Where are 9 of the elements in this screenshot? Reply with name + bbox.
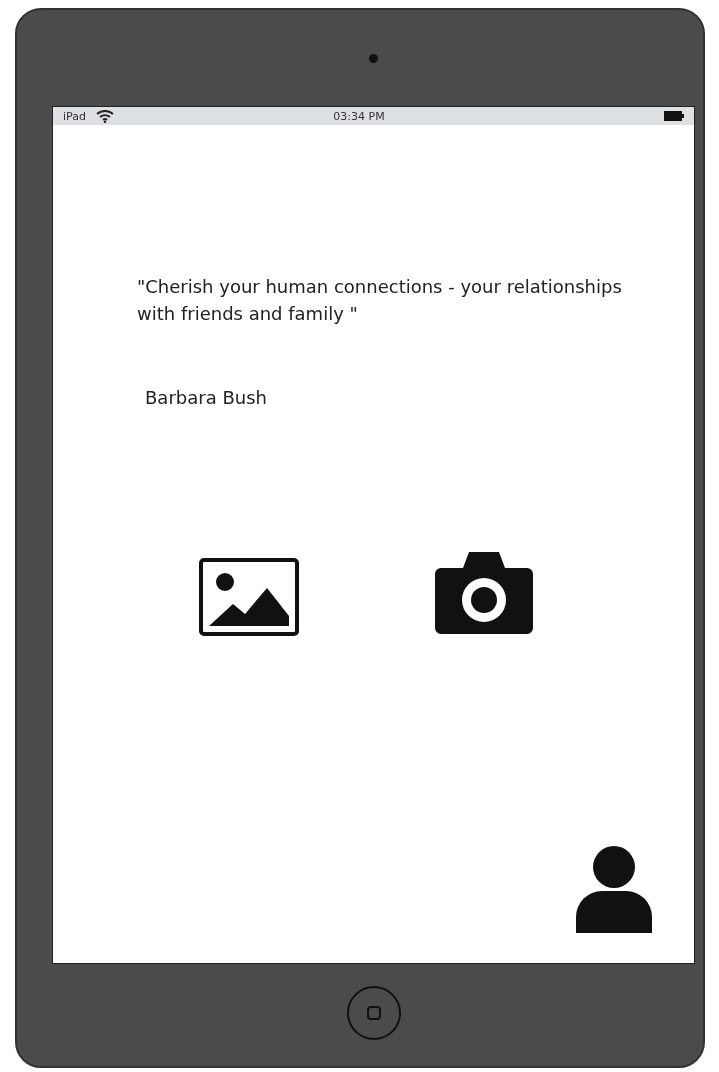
user-icon[interactable] — [574, 845, 654, 933]
wifi-icon — [95, 109, 114, 123]
battery-icon — [664, 111, 684, 121]
image-icon[interactable] — [199, 558, 299, 636]
device-name: iPad — [63, 109, 86, 123]
status-time: 03:34 PM — [332, 109, 386, 123]
quote-text: "Cherish your human connections - your relationships with friends and family " — [137, 275, 623, 326]
quote-author: Barbara Bush — [145, 387, 268, 408]
home-square-icon — [365, 1005, 382, 1021]
